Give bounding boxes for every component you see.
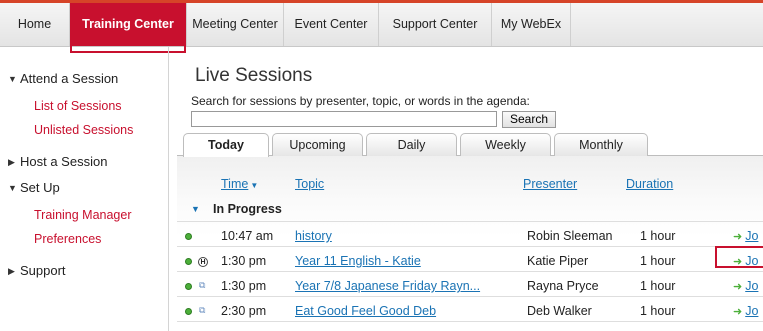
- stack-icon: ⧉: [199, 305, 206, 315]
- triangle-down-icon: ▼: [8, 183, 17, 193]
- join-label: Jo: [745, 229, 759, 243]
- sidebar-section-label: Host a Session: [20, 154, 108, 169]
- group-in-progress[interactable]: ▼ In Progress: [191, 202, 282, 216]
- column-header-label: Time: [221, 177, 249, 191]
- column-header-presenter[interactable]: Presenter: [523, 177, 577, 191]
- session-topic-link[interactable]: Year 11 English - Katie: [295, 254, 421, 268]
- join-arrow-icon: ➜: [733, 231, 743, 243]
- sidebar: ▼ Attend a Session List of Sessions Unlis…: [0, 47, 169, 331]
- nav-tab-event-center[interactable]: Event Center: [284, 3, 379, 46]
- tab-weekly[interactable]: Weekly: [460, 133, 551, 156]
- row-divider: [177, 321, 763, 322]
- nav-tab-support-center[interactable]: Support Center: [379, 3, 492, 46]
- main-content: Live Sessions Search for sessions by pre…: [169, 47, 763, 331]
- join-link[interactable]: ➜ Jo: [733, 229, 758, 243]
- session-time: 2:30 pm: [221, 304, 267, 318]
- join-link[interactable]: ➜ Jo: [733, 279, 758, 293]
- join-link[interactable]: ➜ Jo: [733, 304, 758, 318]
- session-duration: 1 hour: [640, 279, 676, 293]
- session-time: 1:30 pm: [221, 254, 267, 268]
- join-arrow-icon: ➜: [733, 306, 743, 318]
- row-divider: [177, 271, 763, 272]
- session-duration: 1 hour: [640, 254, 676, 268]
- join-label: Jo: [745, 279, 759, 293]
- join-link[interactable]: ➜ Jo: [733, 254, 758, 268]
- search-button[interactable]: Search: [502, 111, 556, 128]
- session-time: 1:30 pm: [221, 279, 267, 293]
- row-divider: [177, 296, 763, 297]
- nav-tab-training-center[interactable]: Training Center: [70, 3, 187, 46]
- row-divider: [177, 246, 763, 247]
- nav-tab-home[interactable]: Home: [0, 3, 70, 46]
- session-topic-link[interactable]: Year 7/8 Japanese Friday Rayn...: [295, 279, 480, 293]
- sidebar-section-label: Support: [20, 263, 66, 278]
- search-input[interactable]: [191, 111, 497, 127]
- triangle-down-icon: ▼: [8, 74, 17, 84]
- group-label: In Progress: [213, 202, 282, 216]
- sidebar-section-label: Set Up: [20, 180, 60, 195]
- join-label: Jo: [745, 304, 759, 318]
- sidebar-item-training-manager[interactable]: Training Manager: [34, 208, 132, 222]
- session-presenter: Robin Sleeman: [527, 229, 613, 243]
- nav-tab-meeting-center[interactable]: Meeting Center: [187, 3, 284, 46]
- join-label: Jo: [745, 254, 759, 268]
- status-green-icon: [185, 308, 192, 315]
- top-navigation: Home Training Center Meeting Center Even…: [0, 3, 763, 47]
- tab-monthly[interactable]: Monthly: [554, 133, 648, 156]
- row-divider: [177, 221, 763, 222]
- session-presenter: Deb Walker: [527, 304, 592, 318]
- sort-down-icon: ▼: [250, 181, 259, 190]
- stack-icon: ⧉: [199, 280, 206, 290]
- session-presenter: Rayna Pryce: [527, 279, 599, 293]
- tab-upcoming[interactable]: Upcoming: [272, 133, 363, 156]
- session-duration: 1 hour: [640, 304, 676, 318]
- sidebar-item-list-of-sessions[interactable]: List of Sessions: [34, 99, 122, 113]
- column-header-time[interactable]: Time ▼: [221, 177, 258, 191]
- session-topic-link[interactable]: Eat Good Feel Good Deb: [295, 304, 436, 318]
- status-green-icon: [185, 258, 192, 265]
- sidebar-section-support[interactable]: ▶ Support: [8, 263, 66, 278]
- sidebar-item-preferences[interactable]: Preferences: [34, 232, 101, 246]
- session-duration: 1 hour: [640, 229, 676, 243]
- tab-today[interactable]: Today: [183, 133, 269, 157]
- sidebar-item-unlisted-sessions[interactable]: Unlisted Sessions: [34, 123, 133, 137]
- status-green-icon: [185, 233, 192, 240]
- host-icon: H: [198, 257, 208, 267]
- sidebar-section-host[interactable]: ▶ Host a Session: [8, 154, 107, 169]
- sidebar-section-attend[interactable]: ▼ Attend a Session: [8, 71, 118, 86]
- triangle-right-icon: ▶: [8, 266, 15, 276]
- session-topic-link[interactable]: history: [295, 229, 332, 243]
- session-time: 10:47 am: [221, 229, 274, 243]
- page-title: Live Sessions: [195, 65, 313, 86]
- status-green-icon: [185, 283, 192, 290]
- join-arrow-icon: ➜: [733, 256, 743, 268]
- session-presenter: Katie Piper: [527, 254, 589, 268]
- tab-daily[interactable]: Daily: [366, 133, 457, 156]
- join-arrow-icon: ➜: [733, 281, 743, 293]
- triangle-down-icon: ▼: [191, 204, 200, 214]
- sidebar-section-setup[interactable]: ▼ Set Up: [8, 180, 60, 195]
- nav-tab-my-webex[interactable]: My WebEx: [492, 3, 571, 46]
- sidebar-section-label: Attend a Session: [20, 71, 119, 86]
- column-header-topic[interactable]: Topic: [295, 177, 324, 191]
- triangle-right-icon: ▶: [8, 157, 15, 167]
- search-description: Search for sessions by presenter, topic,…: [191, 94, 530, 108]
- column-header-duration[interactable]: Duration: [626, 177, 673, 191]
